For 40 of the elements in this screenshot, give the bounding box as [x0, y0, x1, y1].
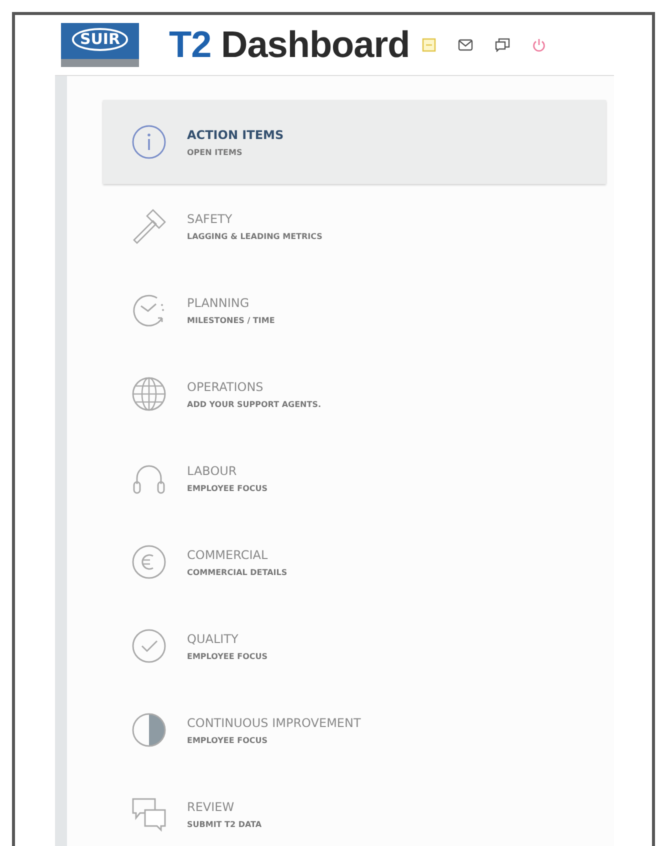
euro-icon: [131, 544, 167, 580]
check-icon: [131, 628, 167, 664]
contrast-icon: [131, 712, 167, 748]
item-title: PLANNING: [187, 296, 250, 310]
menu-item[interactable]: ACTION ITEMS OPEN ITEMS: [103, 100, 606, 184]
item-title: ACTION ITEMS: [187, 128, 284, 142]
item-subtitle: SUBMIT T2 DATA: [187, 820, 262, 828]
info-icon: [131, 124, 167, 160]
item-title: LABOUR: [187, 464, 238, 478]
item-title: OPERATIONS: [187, 380, 264, 394]
logo-text: SUIR: [72, 28, 128, 50]
chat-icon[interactable]: [494, 38, 510, 52]
item-title: QUALITY: [187, 632, 240, 646]
item-subtitle: EMPLOYEE FOCUS: [187, 736, 269, 744]
menu-item[interactable]: COMMERCIAL COMMERCIAL DETAILS: [103, 520, 606, 604]
item-subtitle: MILESTONES / TIME: [187, 316, 275, 324]
item-subtitle: EMPLOYEE FOCUS: [187, 652, 268, 660]
menu-item[interactable]: LABOUR EMPLOYEE FOCUS: [103, 436, 606, 520]
clock-icon: [131, 292, 167, 328]
menu-item[interactable]: QUALITY EMPLOYEE FOCUS: [103, 604, 606, 688]
item-subtitle: EMPLOYEE FOCUS: [187, 484, 268, 492]
mail-icon[interactable]: [458, 39, 473, 51]
item-subtitle: ADD YOUR SUPPORT AGENTS.: [187, 400, 322, 408]
menu-item[interactable]: OPERATIONS ADD YOUR SUPPORT AGENTS.: [103, 352, 606, 436]
menu-item[interactable]: CONTINUOUS IMPROVEMENT EMPLOYEE FOCUS: [103, 688, 606, 772]
item-title: COMMERCIAL: [187, 548, 269, 562]
menu-item[interactable]: SAFETY LAGGING & LEADING METRICS: [103, 184, 606, 268]
item-title: SAFETY: [187, 212, 234, 226]
item-title: REVIEW: [187, 800, 236, 814]
menu-item[interactable]: REVIEW SUBMIT T2 DATA: [103, 772, 606, 846]
item-subtitle: LAGGING & LEADING METRICS: [187, 232, 322, 240]
chat-icon: [131, 796, 167, 832]
item-title: CONTINUOUS IMPROVEMENT: [187, 716, 361, 730]
item-subtitle: OPEN ITEMS: [187, 148, 244, 156]
hammer-icon: [131, 208, 167, 244]
menu-item[interactable]: PLANNING MILESTONES / TIME: [103, 268, 606, 352]
globe-icon: [131, 376, 167, 412]
item-subtitle: COMMERCIAL DETAILS: [187, 568, 288, 576]
power-icon[interactable]: [532, 38, 546, 52]
dashboard-title: T2 Dashboard: [169, 24, 410, 66]
